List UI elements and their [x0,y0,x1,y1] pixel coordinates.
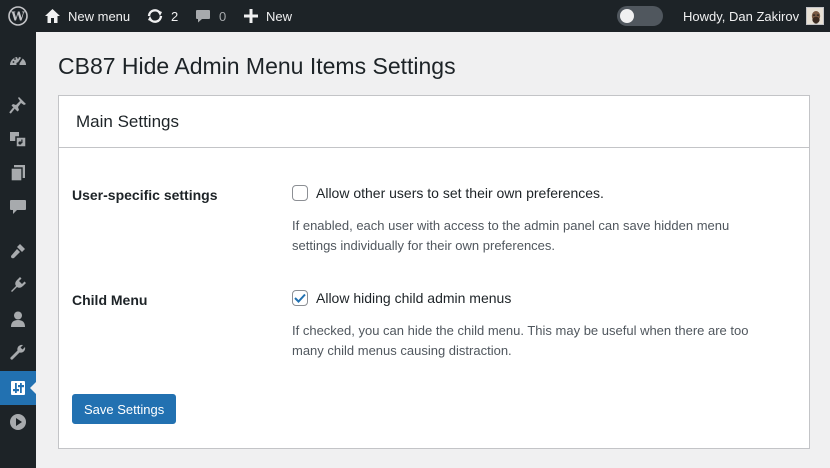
plus-icon [244,9,258,23]
howdy-text: Howdy, Dan Zakirov [683,8,800,24]
user-specific-description: If enabled, each user with access to the… [292,216,792,256]
user-specific-checkbox[interactable] [292,185,308,201]
child-menu-checkbox[interactable] [292,290,308,306]
pin-icon[interactable] [0,88,36,122]
media-icon[interactable] [0,122,36,156]
comments-icon[interactable] [0,190,36,224]
new-content-link[interactable]: New [244,0,292,32]
child-menu-option-label[interactable]: Allow hiding child admin menus [316,290,511,306]
site-name-label: New menu [68,8,131,24]
tools-icon[interactable] [0,336,36,370]
card-header: Main Settings [59,96,809,148]
user-specific-option[interactable]: Allow other users to set their own prefe… [292,185,604,201]
avatar[interactable] [806,7,824,25]
page-title: CB87 Hide Admin Menu Items Settings [58,53,456,79]
save-settings-button[interactable]: Save Settings [72,394,177,424]
svg-text:W: W [10,10,25,24]
updates-link[interactable]: 2 [146,0,178,32]
updates-icon [146,8,164,24]
pages-icon[interactable] [0,156,36,190]
theme-toggle[interactable] [617,6,663,26]
admin-bar: W New menu 2 0 New Howdy, Dan Zakirov [0,0,830,32]
appearance-icon[interactable] [0,234,36,268]
my-account-link[interactable]: Howdy, Dan Zakirov [683,0,799,32]
child-menu-label: Child Menu [72,292,148,308]
new-label: New [266,8,293,24]
user-specific-description-line-1: If enabled, each user with access to the… [292,218,730,233]
comments-count: 0 [219,8,227,24]
card-title: Main Settings [76,111,179,131]
users-icon[interactable] [0,302,36,336]
updates-count: 2 [171,8,179,24]
dashboard-icon[interactable] [0,44,36,78]
comment-icon [195,8,211,24]
current-menu-pointer [30,382,36,394]
admin-side-menu [0,32,36,468]
site-name-link[interactable]: New menu [44,0,130,32]
user-specific-description-line-2: settings individually for their own pref… [292,238,556,253]
child-menu-description-line-2: many child menus causing distraction. [292,343,512,358]
child-menu-option[interactable]: Allow hiding child admin menus [292,290,511,306]
home-icon [44,8,61,24]
wordpress-logo-icon[interactable]: W [8,0,28,32]
play-icon[interactable] [0,405,36,439]
comments-link[interactable]: 0 [195,0,226,32]
checkmark-icon [294,293,306,303]
child-menu-description-line-1: If checked, you can hide the child menu.… [292,323,749,338]
toggle-knob [620,9,634,23]
settings-card: Main Settings User-specific settings All… [58,95,810,449]
plugins-icon[interactable] [0,268,36,302]
user-specific-settings-label: User-specific settings [72,187,218,203]
user-specific-option-label[interactable]: Allow other users to set their own prefe… [316,185,604,201]
child-menu-description: If checked, you can hide the child menu.… [292,321,792,361]
